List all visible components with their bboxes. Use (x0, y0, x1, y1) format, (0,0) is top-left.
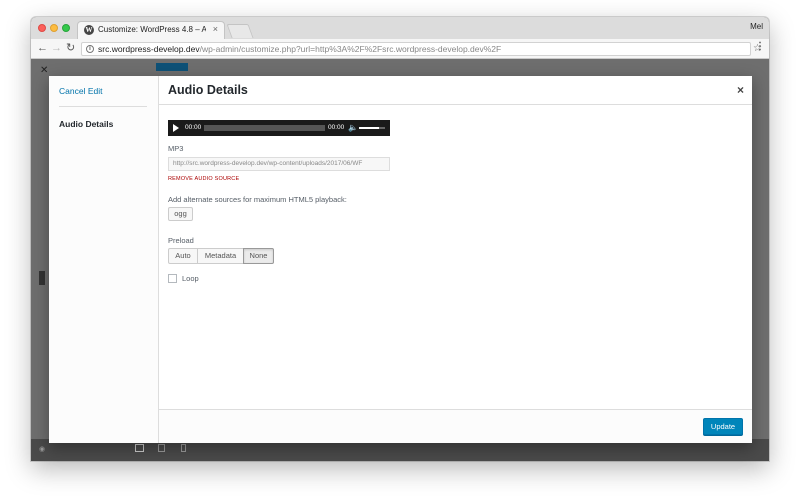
maximize-window-icon[interactable] (62, 24, 70, 32)
tab-close-icon[interactable]: × (213, 24, 218, 34)
info-icon[interactable]: i (86, 45, 94, 53)
reload-icon[interactable]: ↻ (66, 42, 75, 55)
wordpress-favicon-icon: W (84, 25, 94, 35)
alt-sources-label: Add alternate sources for maximum HTML5 … (168, 195, 347, 204)
modal-footer: Update (159, 409, 752, 443)
url-host: src.wordpress-develop.dev (98, 44, 200, 54)
url-path: /wp-admin/customize.php?url=http%3A%2F%2… (199, 44, 502, 54)
add-ogg-source-button[interactable]: ogg (168, 207, 193, 221)
address-bar[interactable]: i src.wordpress-develop.dev/wp-admin/cus… (81, 42, 762, 56)
progress-rail[interactable] (204, 125, 325, 131)
header-divider (159, 104, 752, 105)
tablet-preview-icon (158, 444, 165, 452)
close-window-icon[interactable] (38, 24, 46, 32)
mobile-preview-icon (181, 444, 186, 452)
volume-level (359, 127, 379, 129)
forward-arrow-icon[interactable]: → (51, 42, 62, 55)
desktop-preview-icon (135, 444, 144, 452)
browser-tab[interactable]: W Customize: WordPress 4.8 – A × (77, 21, 225, 39)
preload-metadata-button[interactable]: Metadata (197, 248, 244, 264)
menu-icon[interactable]: ⋮ (755, 41, 765, 52)
modal-title: Audio Details (168, 83, 248, 97)
play-icon[interactable] (173, 124, 179, 132)
modal-menu: Cancel Edit Audio Details (49, 76, 159, 443)
loop-label: Loop (182, 274, 199, 283)
menu-separator (59, 106, 147, 107)
publish-button-dimmed (156, 63, 188, 71)
audio-details-modal: Cancel Edit Audio Details Audio Details … (49, 76, 752, 443)
minimize-window-icon[interactable] (50, 24, 58, 32)
url-text: src.wordpress-develop.dev/wp-admin/custo… (98, 44, 501, 54)
hide-controls-dimmed: ◉ (39, 446, 46, 453)
source-label: MP3 (168, 144, 184, 153)
close-icon[interactable]: × (737, 83, 744, 97)
volume-icon[interactable]: 🔈 (348, 123, 358, 133)
dimmed-sidebar-element (39, 271, 45, 285)
preload-options: Auto Metadata None (168, 248, 274, 264)
tab-title: Customize: WordPress 4.8 – A (98, 25, 206, 34)
source-url-field[interactable]: http://src.wordpress-develop.dev/wp-cont… (168, 157, 390, 171)
preload-none-button[interactable]: None (243, 248, 274, 264)
new-tab-button[interactable] (226, 24, 254, 38)
preload-auto-button[interactable]: Auto (168, 248, 198, 264)
remove-audio-source-link[interactable]: REMOVE AUDIO SOURCE (168, 176, 239, 182)
browser-toolbar: ← → ↻ i src.wordpress-develop.dev/wp-adm… (31, 39, 769, 59)
duration-time: 00:00 (328, 124, 345, 131)
customizer-close-icon: ✕ (40, 65, 49, 76)
tab-strip: W Customize: WordPress 4.8 – A × Mel (31, 17, 769, 39)
current-time: 00:00 (185, 124, 202, 131)
profile-name[interactable]: Mel (750, 22, 763, 31)
back-arrow-icon[interactable]: ← (37, 42, 48, 55)
update-button[interactable]: Update (703, 418, 743, 435)
cancel-edit-link[interactable]: Cancel Edit (59, 86, 102, 96)
menu-item-audio-details[interactable]: Audio Details (59, 119, 113, 129)
preload-label: Preload (168, 236, 194, 245)
audio-player: 00:00 00:00 🔈 (168, 120, 390, 136)
loop-checkbox[interactable] (168, 274, 177, 283)
